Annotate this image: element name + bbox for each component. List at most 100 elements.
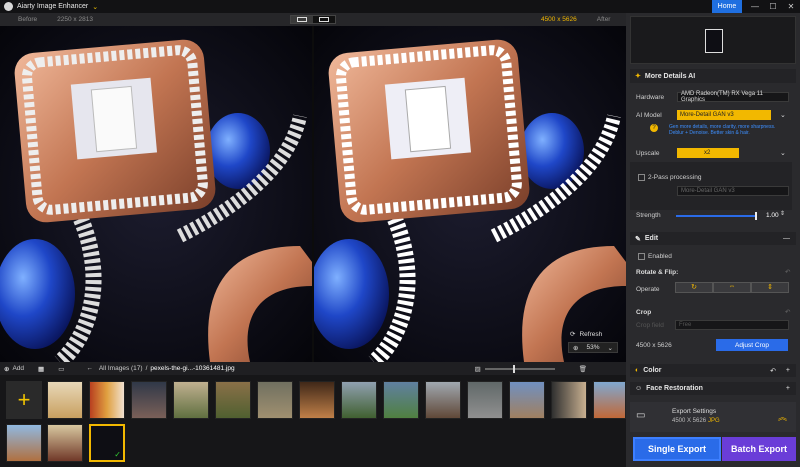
help-icon[interactable]: ? [650,124,658,132]
undo-icon[interactable]: ↶ [770,367,776,375]
before-image [0,26,312,362]
ai-model-value: More-Detail GAN v3 [680,112,734,118]
reset-icon[interactable]: ↶ [785,268,790,276]
thumbnail[interactable] [299,381,335,419]
strength-slider[interactable] [676,212,757,220]
enabled-checkbox[interactable] [638,253,645,260]
split-view-icon [297,17,307,22]
upscale-select[interactable]: x2 [677,148,739,158]
thumbnail[interactable] [425,381,461,419]
color-header[interactable]: ◐ Color ↶ + [630,364,796,377]
enabled-label: Enabled [648,253,672,260]
home-button[interactable]: Home [712,0,742,13]
crop-field-label: Crop field [636,322,664,329]
zoom-icon: ⊕ [573,344,579,352]
single-export-button[interactable]: Single Export [633,437,721,461]
flip-horizontal-button[interactable]: ⇔ [713,282,751,293]
chevron-up-icon[interactable]: ︽ [778,410,787,423]
flip-vertical-button[interactable]: ⇕ [751,282,789,293]
refresh-icon: ⟳ [570,331,576,338]
after-label: After [596,16,611,23]
chevron-down-icon[interactable]: ⌄ [780,149,786,157]
strength-handle[interactable] [755,212,757,220]
gallery-toolbar: ⊕ Add ▦ ▭ ← All Images (17) / pexels-the… [0,362,626,375]
image-icon: ▨ [474,365,481,373]
operate-label: Operate [636,286,660,293]
hardware-value: AMD Radeon(TM) RX Vega 11 Graphics [681,91,763,103]
chevron-down-icon[interactable]: ⌄ [92,3,98,11]
thumbnail[interactable] [89,381,125,419]
edit-title: Edit [644,235,659,242]
thumbnail[interactable] [257,381,293,419]
thumbnail[interactable] [6,424,42,462]
thumbnail[interactable] [383,381,419,419]
hardware-select[interactable]: AMD Radeon(TM) RX Vega 11 Graphics [677,91,789,103]
thumbnail[interactable] [47,424,83,462]
thumbnail[interactable] [551,381,587,419]
add-icon[interactable]: ⊕ [4,365,9,373]
color-title: Color [643,367,662,374]
navigator-preview[interactable] [630,16,796,64]
minimize-button[interactable]: — [746,0,764,13]
navigator-viewport[interactable] [705,29,723,53]
more-details-header[interactable]: ✦ More Details AI [630,69,796,83]
back-icon[interactable]: ← [86,365,93,372]
batch-export-button[interactable]: Batch Export [722,437,796,461]
app-title: Aiarty Image Enhancer [17,3,89,10]
thumbnail[interactable] [173,381,209,419]
thumbnail[interactable] [215,381,251,419]
zoom-select[interactable]: ⊕ 53% ⌄ [568,342,618,353]
thumbnail[interactable] [593,381,626,419]
list-view-icon[interactable]: ▭ [58,365,64,373]
adjust-crop-button[interactable]: Adjust Crop [716,339,788,351]
thumbnail[interactable] [131,381,167,419]
thumbnail[interactable] [47,381,83,419]
ai-model-select[interactable]: More-Detail GAN v3 [677,110,771,120]
edit-icon: ✎ [635,235,641,243]
edit-header[interactable]: ✎ Edit — [630,232,796,245]
maximize-button[interactable]: ☐ [764,0,782,13]
side-by-side-button[interactable] [313,16,335,23]
add-image-button[interactable]: + [6,381,42,419]
close-button[interactable]: ✕ [782,0,800,13]
crop-label: Crop [636,309,652,316]
thumbnail-selected[interactable]: ✓ [89,424,125,462]
breadcrumb-all-images[interactable]: All Images (17) [99,365,143,372]
thumb-size-slider[interactable] [484,364,555,373]
image-canvas[interactable]: ⟳ Refresh ⊕ 53% ⌄ [0,26,626,362]
stepper-icon[interactable]: ⇕ [780,210,785,217]
crop-size: 4500 x 5626 [636,342,672,349]
expand-icon[interactable]: + [786,367,790,374]
grid-view-icon[interactable]: ▦ [38,365,44,373]
strength-value: 1.00 [766,212,779,219]
title-bar: Aiarty Image Enhancer ⌄ [0,0,800,13]
refresh-button[interactable]: ⟳ Refresh [570,330,602,339]
collapse-icon[interactable]: — [783,235,790,242]
face-restoration-header[interactable]: ☺ Face Restoration + [630,382,796,395]
crop-field-select[interactable]: Free [675,320,789,330]
reset-icon[interactable]: ↶ [785,308,790,316]
trash-icon[interactable]: 🗑 [579,365,587,373]
rotate-flip-label: Rotate & Flip: [636,269,679,276]
export-settings[interactable]: ▭ Export Settings 4500 X 5626 JPG ︽ [630,402,796,432]
after-size: 4500 x 5626 [540,16,577,23]
rotate-button[interactable]: ↻ [675,282,713,293]
two-pass-model-value: More-Detail GAN v3 [681,188,735,194]
check-icon: ✓ [114,450,121,459]
export-format: JPG [708,418,720,424]
compare-toggle[interactable] [290,15,336,24]
ai-model-description: Gen more details, more clarity, more sha… [669,124,776,136]
export-size: 4500 X 5626 [672,418,707,424]
strength-label: Strength [636,212,661,219]
thumbnail[interactable] [509,381,545,419]
two-pass-checkbox[interactable] [638,174,645,181]
chevron-down-icon[interactable]: ⌄ [780,111,786,119]
two-pass-model-select[interactable]: More-Detail GAN v3 [677,186,789,196]
expand-icon[interactable]: + [786,385,790,392]
breadcrumb-sep: / [145,365,148,372]
upscale-value: x2 [704,150,711,156]
thumbnail[interactable] [341,381,377,419]
add-button[interactable]: Add [12,365,24,372]
thumbnail[interactable] [467,381,503,419]
split-view-button[interactable] [291,16,313,23]
